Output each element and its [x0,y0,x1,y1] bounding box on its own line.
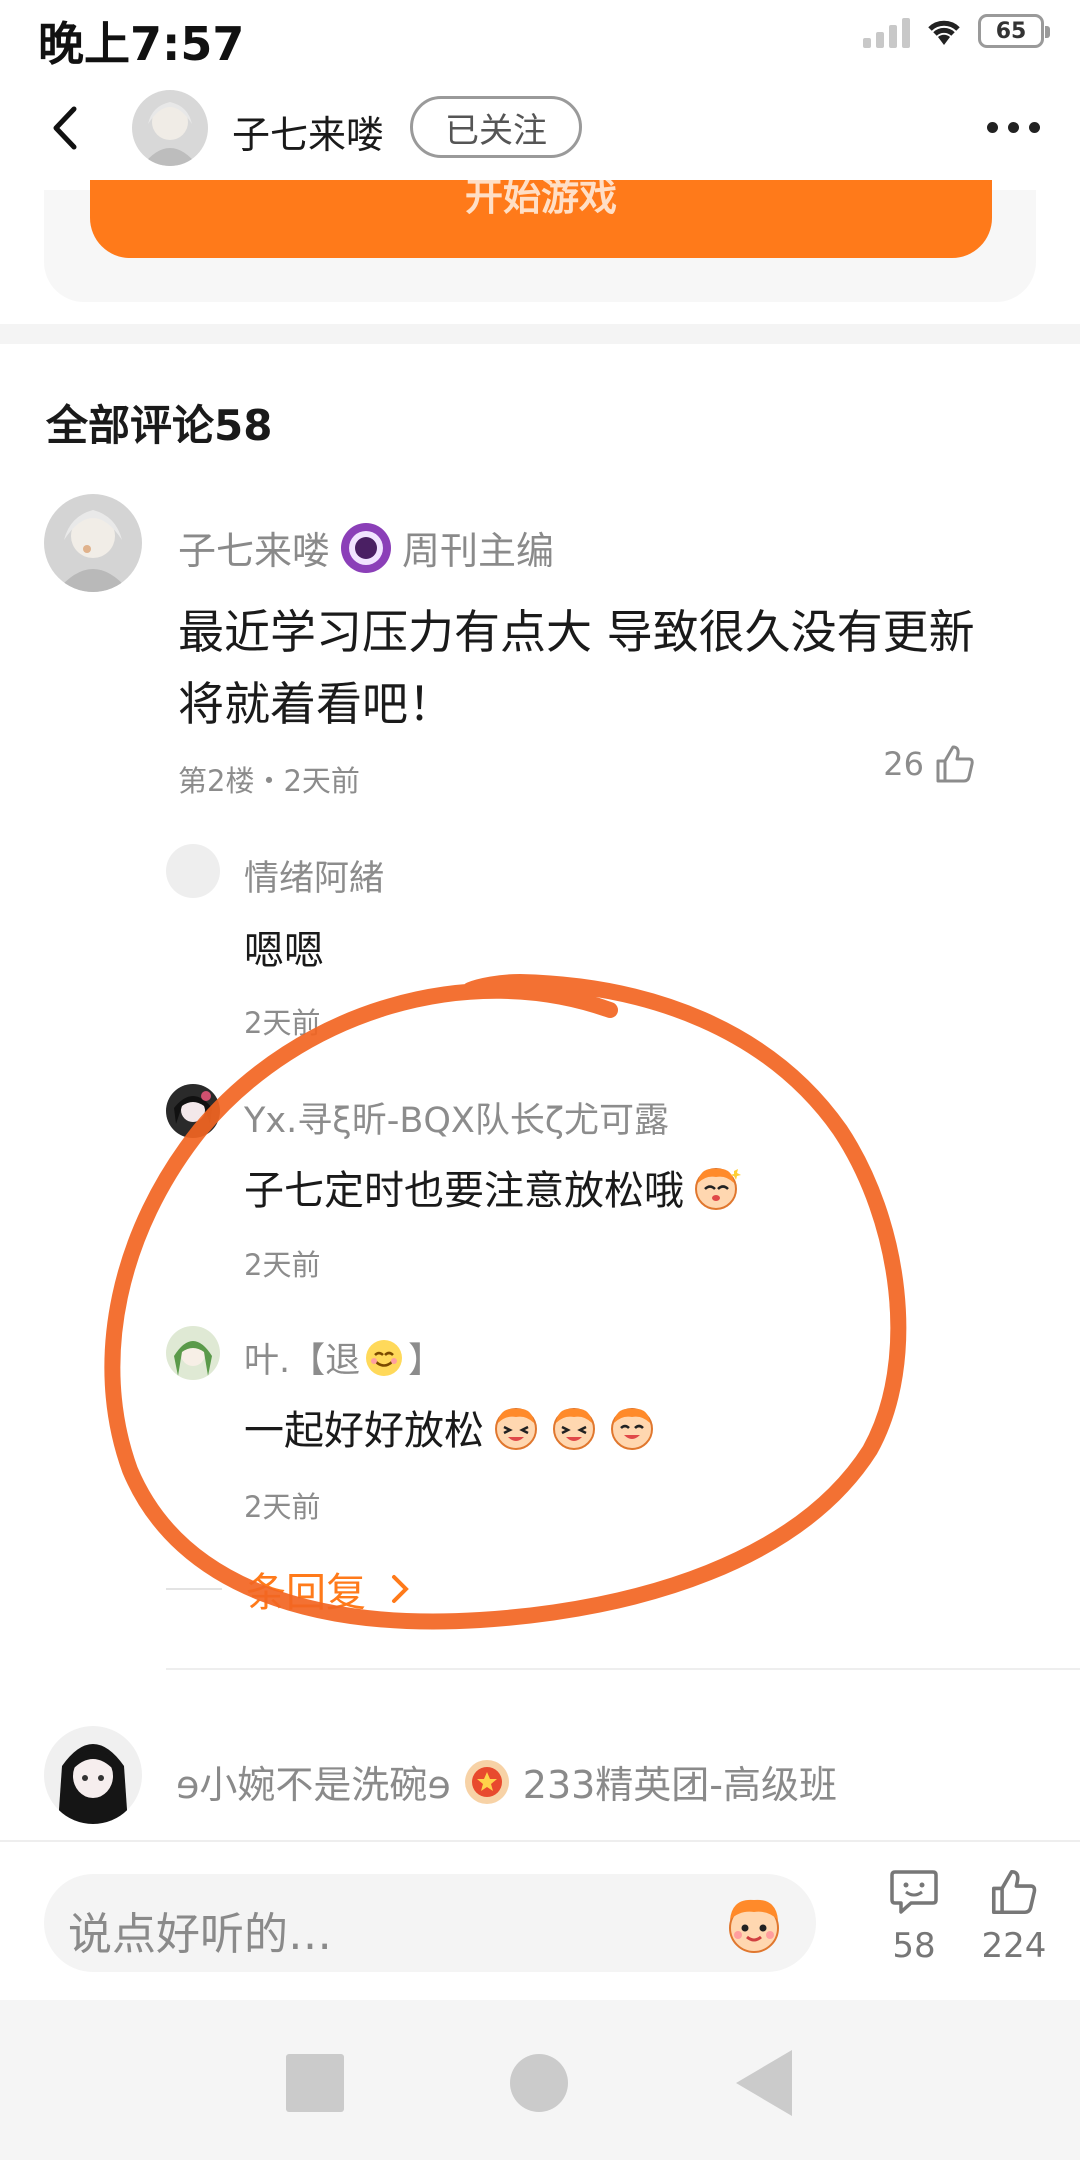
cute-face-emoji-icon [695,1168,741,1210]
comment-bubble-icon [890,1870,938,1914]
start-game-button[interactable]: 开始游戏 [90,180,992,258]
comment-author-name[interactable]: ɘ小婉不是洗碗ɘ [176,1754,451,1809]
comment-like-button[interactable]: 26 [883,744,976,784]
comment-count: 58 [892,1926,936,1966]
status-bar: 晚上7:57 65 [0,0,1080,71]
comment-author: 子七来喽 周刊主编 [178,520,554,575]
commenter-avatar[interactable] [44,1726,142,1824]
reply-avatar[interactable] [166,844,220,898]
reply-text: 子七定时也要注意放松哦 [244,1158,742,1216]
status-time: 晚上7:57 [38,17,245,71]
section-divider [0,324,1080,344]
editor-badge-icon [341,522,392,573]
author-name[interactable]: 子七来喽 [232,104,384,159]
reply-author[interactable]: 情绪阿緒 [244,850,384,901]
signal-icon [863,14,910,48]
wifi-icon [928,20,960,45]
reply-time: 2天前 [244,1248,321,1282]
more-replies-label: 条回复 [246,1570,366,1616]
back-arrow-icon [53,106,77,150]
more-replies-line [166,1588,222,1590]
reply-avatar[interactable] [166,1326,220,1380]
reply-text: 嗯嗯 [244,928,324,974]
recent-apps-button[interactable] [286,2054,344,2112]
laughing-emoji-icon [495,1408,537,1450]
commenter-avatar[interactable] [44,494,142,592]
back-button[interactable] [42,100,88,156]
laughing-emoji-icon [553,1408,595,1450]
reply-avatar[interactable] [166,1084,220,1138]
medal-badge-icon [464,1759,509,1804]
reply-author[interactable]: 叶.【退 】 [244,1332,443,1383]
home-button[interactable] [510,2054,568,2112]
grinning-emoji-icon [611,1408,653,1450]
smile-emoji-icon [366,1339,403,1376]
comment-author: ɘ小婉不是洗碗ɘ 233精英团-高级班 [176,1754,837,1809]
view-more-replies[interactable]: 条回复 [166,1560,410,1618]
author-avatar[interactable] [132,90,208,166]
comment-count-button[interactable]: 58 [874,1868,954,1966]
comment-input-placeholder: 说点好听的… [68,1909,332,1960]
like-count-button[interactable]: 224 [974,1868,1054,1966]
status-icons: 65 [863,14,1050,48]
system-back-button[interactable] [736,2050,792,2116]
comment-badge-text: 233精英团-高级班 [522,1763,838,1807]
game-card: 开始游戏 [44,180,1036,302]
battery-icon: 65 [978,14,1050,48]
emoji-picker-icon[interactable] [720,1890,788,1958]
more-options-icon[interactable] [987,122,1040,133]
thumbs-up-icon [936,745,974,783]
top-nav: 子七来喽 已关注 [0,78,1080,178]
reply-time: 2天前 [244,1490,321,1524]
thumbs-up-icon [991,1869,1037,1915]
reply-author[interactable]: Yx.寻ξ昕-BQX队长ζ尤可露 [244,1092,669,1143]
comments-title: 全部评论58 [46,401,273,450]
comment-meta: 第2楼・2天前 [178,764,360,798]
comment-input[interactable]: 说点好听的… [44,1874,816,1972]
system-nav-bar [0,2000,1080,2160]
follow-button[interactable]: 已关注 [410,96,582,158]
start-game-label: 开始游戏 [464,180,617,219]
comment-separator [166,1668,1080,1670]
comment-badge-text: 周刊主编 [402,529,555,573]
comment-like-count: 26 [883,745,924,783]
reply-time: 2天前 [244,1006,321,1040]
reply-text: 一起好好放松 [244,1398,658,1456]
comment-text: 最近学习压力有点大 导致很久没有更新 将就着看吧！ [178,605,975,731]
like-count: 224 [981,1926,1047,1966]
bottom-comment-bar: 说点好听的… 58 224 [0,1840,1080,2000]
comment-author-name[interactable]: 子七来喽 [178,520,330,575]
chevron-right-icon [392,1575,409,1603]
